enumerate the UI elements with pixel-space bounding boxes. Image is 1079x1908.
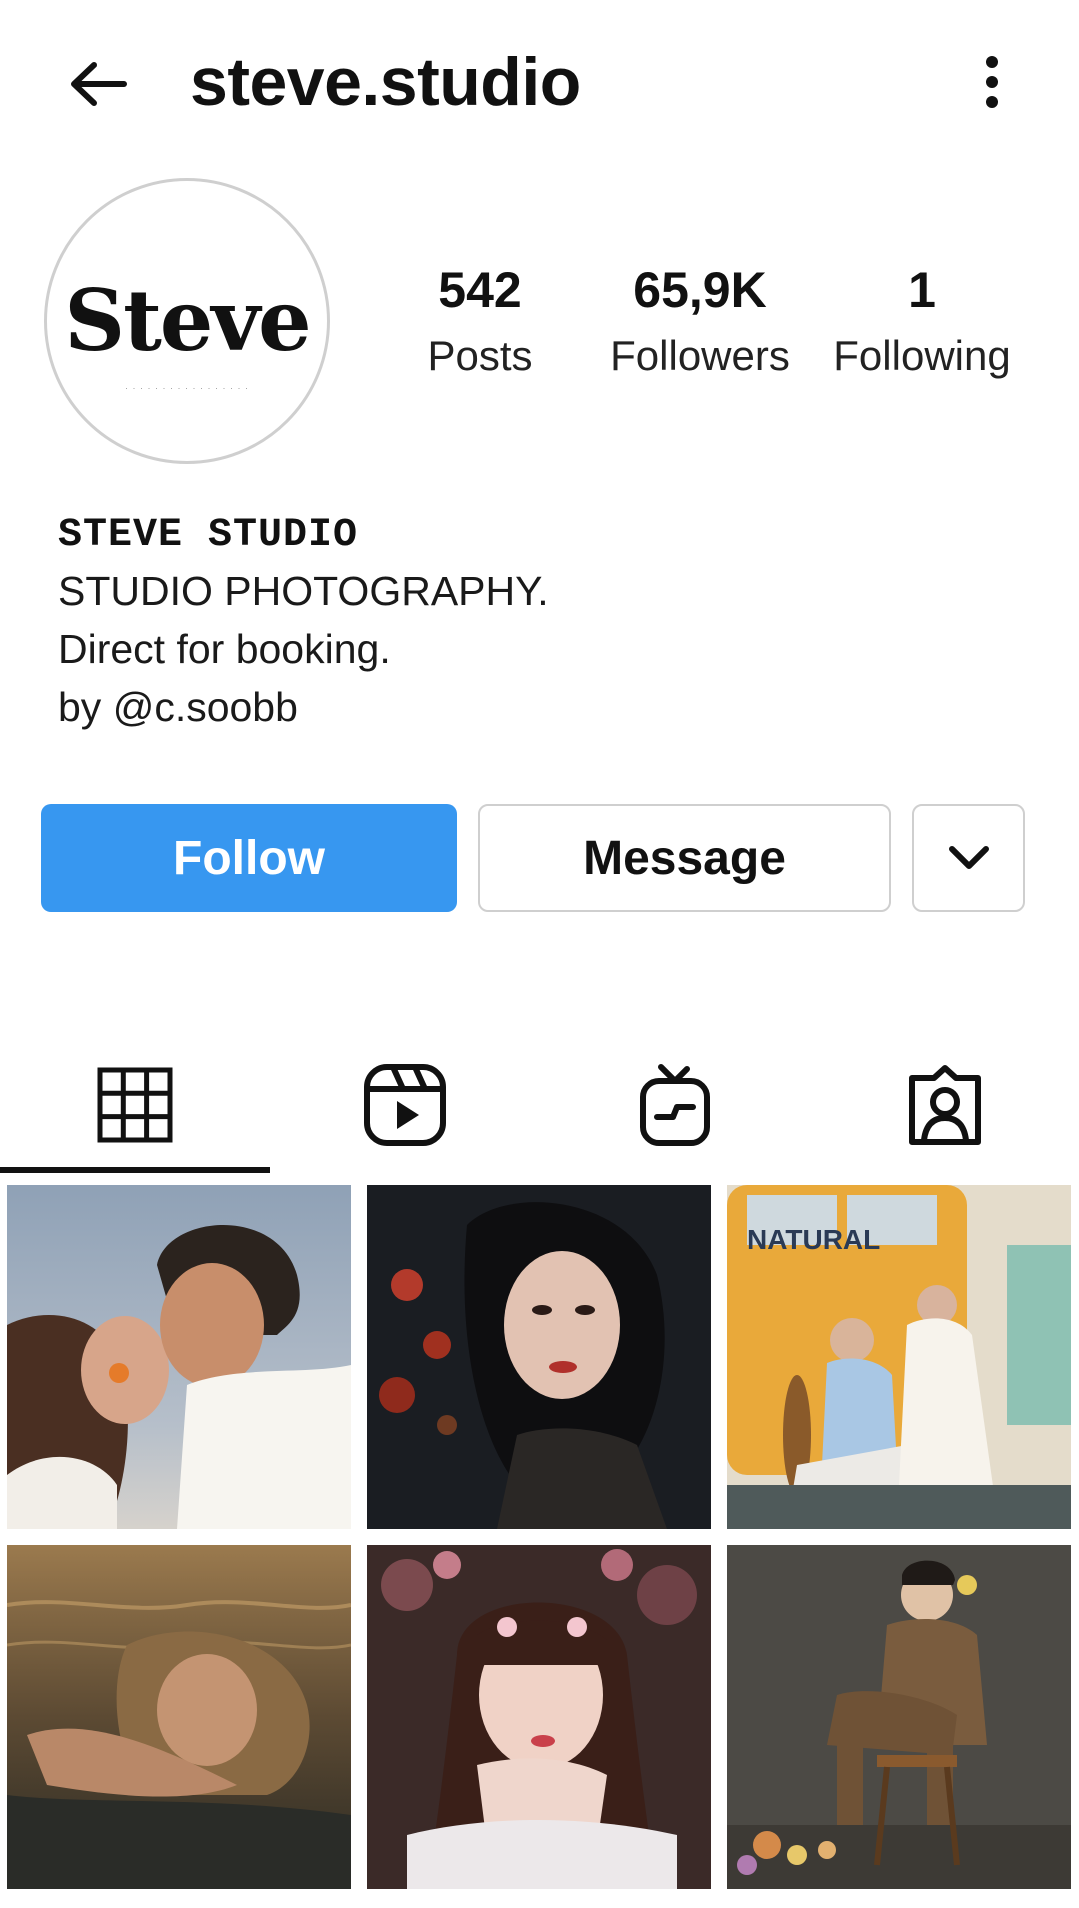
bio-line-1: STUDIO PHOTOGRAPHY. <box>58 568 549 614</box>
message-button[interactable]: Message <box>478 804 891 912</box>
igtv-icon <box>640 1064 710 1146</box>
profile-username: steve.studio <box>190 44 581 120</box>
more-vertical-icon <box>986 56 998 108</box>
tab-reels[interactable] <box>270 1040 540 1170</box>
avatar-logo-subtext: · · · · · · · · · · · · · · · · · <box>125 383 249 393</box>
post-tile-4[interactable] <box>7 1545 351 1889</box>
photo-girl-flowers <box>367 1545 711 1889</box>
suggested-accounts-button[interactable] <box>912 804 1025 912</box>
avatar-logo-text: Steve <box>64 271 311 370</box>
profile-avatar[interactable]: Steve · · · · · · · · · · · · · · · · · <box>44 178 330 464</box>
tab-selected-indicator <box>0 1167 270 1173</box>
posts-count: 542 <box>438 262 522 318</box>
grid-icon <box>97 1067 173 1143</box>
stat-posts[interactable]: 542 Posts <box>405 260 555 384</box>
reels-icon <box>364 1064 446 1146</box>
post-tile-3[interactable]: NATURAL <box>727 1185 1071 1529</box>
bio-line-3[interactable]: by @c.soobb <box>58 678 1018 736</box>
natural-cover-text: NATURAL <box>747 1224 880 1255</box>
post-tile-5[interactable] <box>367 1545 711 1889</box>
posts-label: Posts <box>427 332 533 379</box>
tab-tagged[interactable] <box>810 1040 1079 1170</box>
tagged-icon <box>909 1065 981 1145</box>
post-tile-2[interactable] <box>367 1185 711 1529</box>
following-label: Following <box>833 332 1011 379</box>
stat-following[interactable]: 1 Following <box>824 260 1020 384</box>
follow-button[interactable]: Follow <box>41 804 457 912</box>
photo-man-chair <box>727 1545 1071 1889</box>
photo-woman-dark-portrait <box>367 1185 711 1529</box>
chevron-down-icon <box>948 846 989 869</box>
top-bar: steve.studio <box>0 0 1079 160</box>
photo-couple-beach <box>7 1185 351 1529</box>
stat-followers[interactable]: 65,9K Followers <box>600 260 800 384</box>
arrow-left-icon <box>71 62 127 106</box>
tab-posts-grid[interactable] <box>0 1040 270 1170</box>
post-tile-1[interactable] <box>7 1185 351 1529</box>
photo-natural-magazine-cover: NATURAL <box>727 1185 1071 1529</box>
followers-label: Followers <box>610 332 790 379</box>
profile-tabs <box>0 1040 1079 1170</box>
following-count: 1 <box>908 262 936 318</box>
tab-igtv[interactable] <box>540 1040 810 1170</box>
profile-bio: STEVE STUDIO STUDIO PHOTOGRAPHY. Direct … <box>58 510 1018 736</box>
bio-display-name: STEVE STUDIO <box>58 513 359 558</box>
back-button[interactable] <box>62 48 134 120</box>
bio-line-2: Direct for booking. <box>58 626 391 672</box>
followers-count: 65,9K <box>633 262 767 318</box>
post-tile-6[interactable] <box>727 1545 1071 1889</box>
photo-woman-water <box>7 1545 351 1889</box>
more-options-button[interactable] <box>962 46 1022 118</box>
